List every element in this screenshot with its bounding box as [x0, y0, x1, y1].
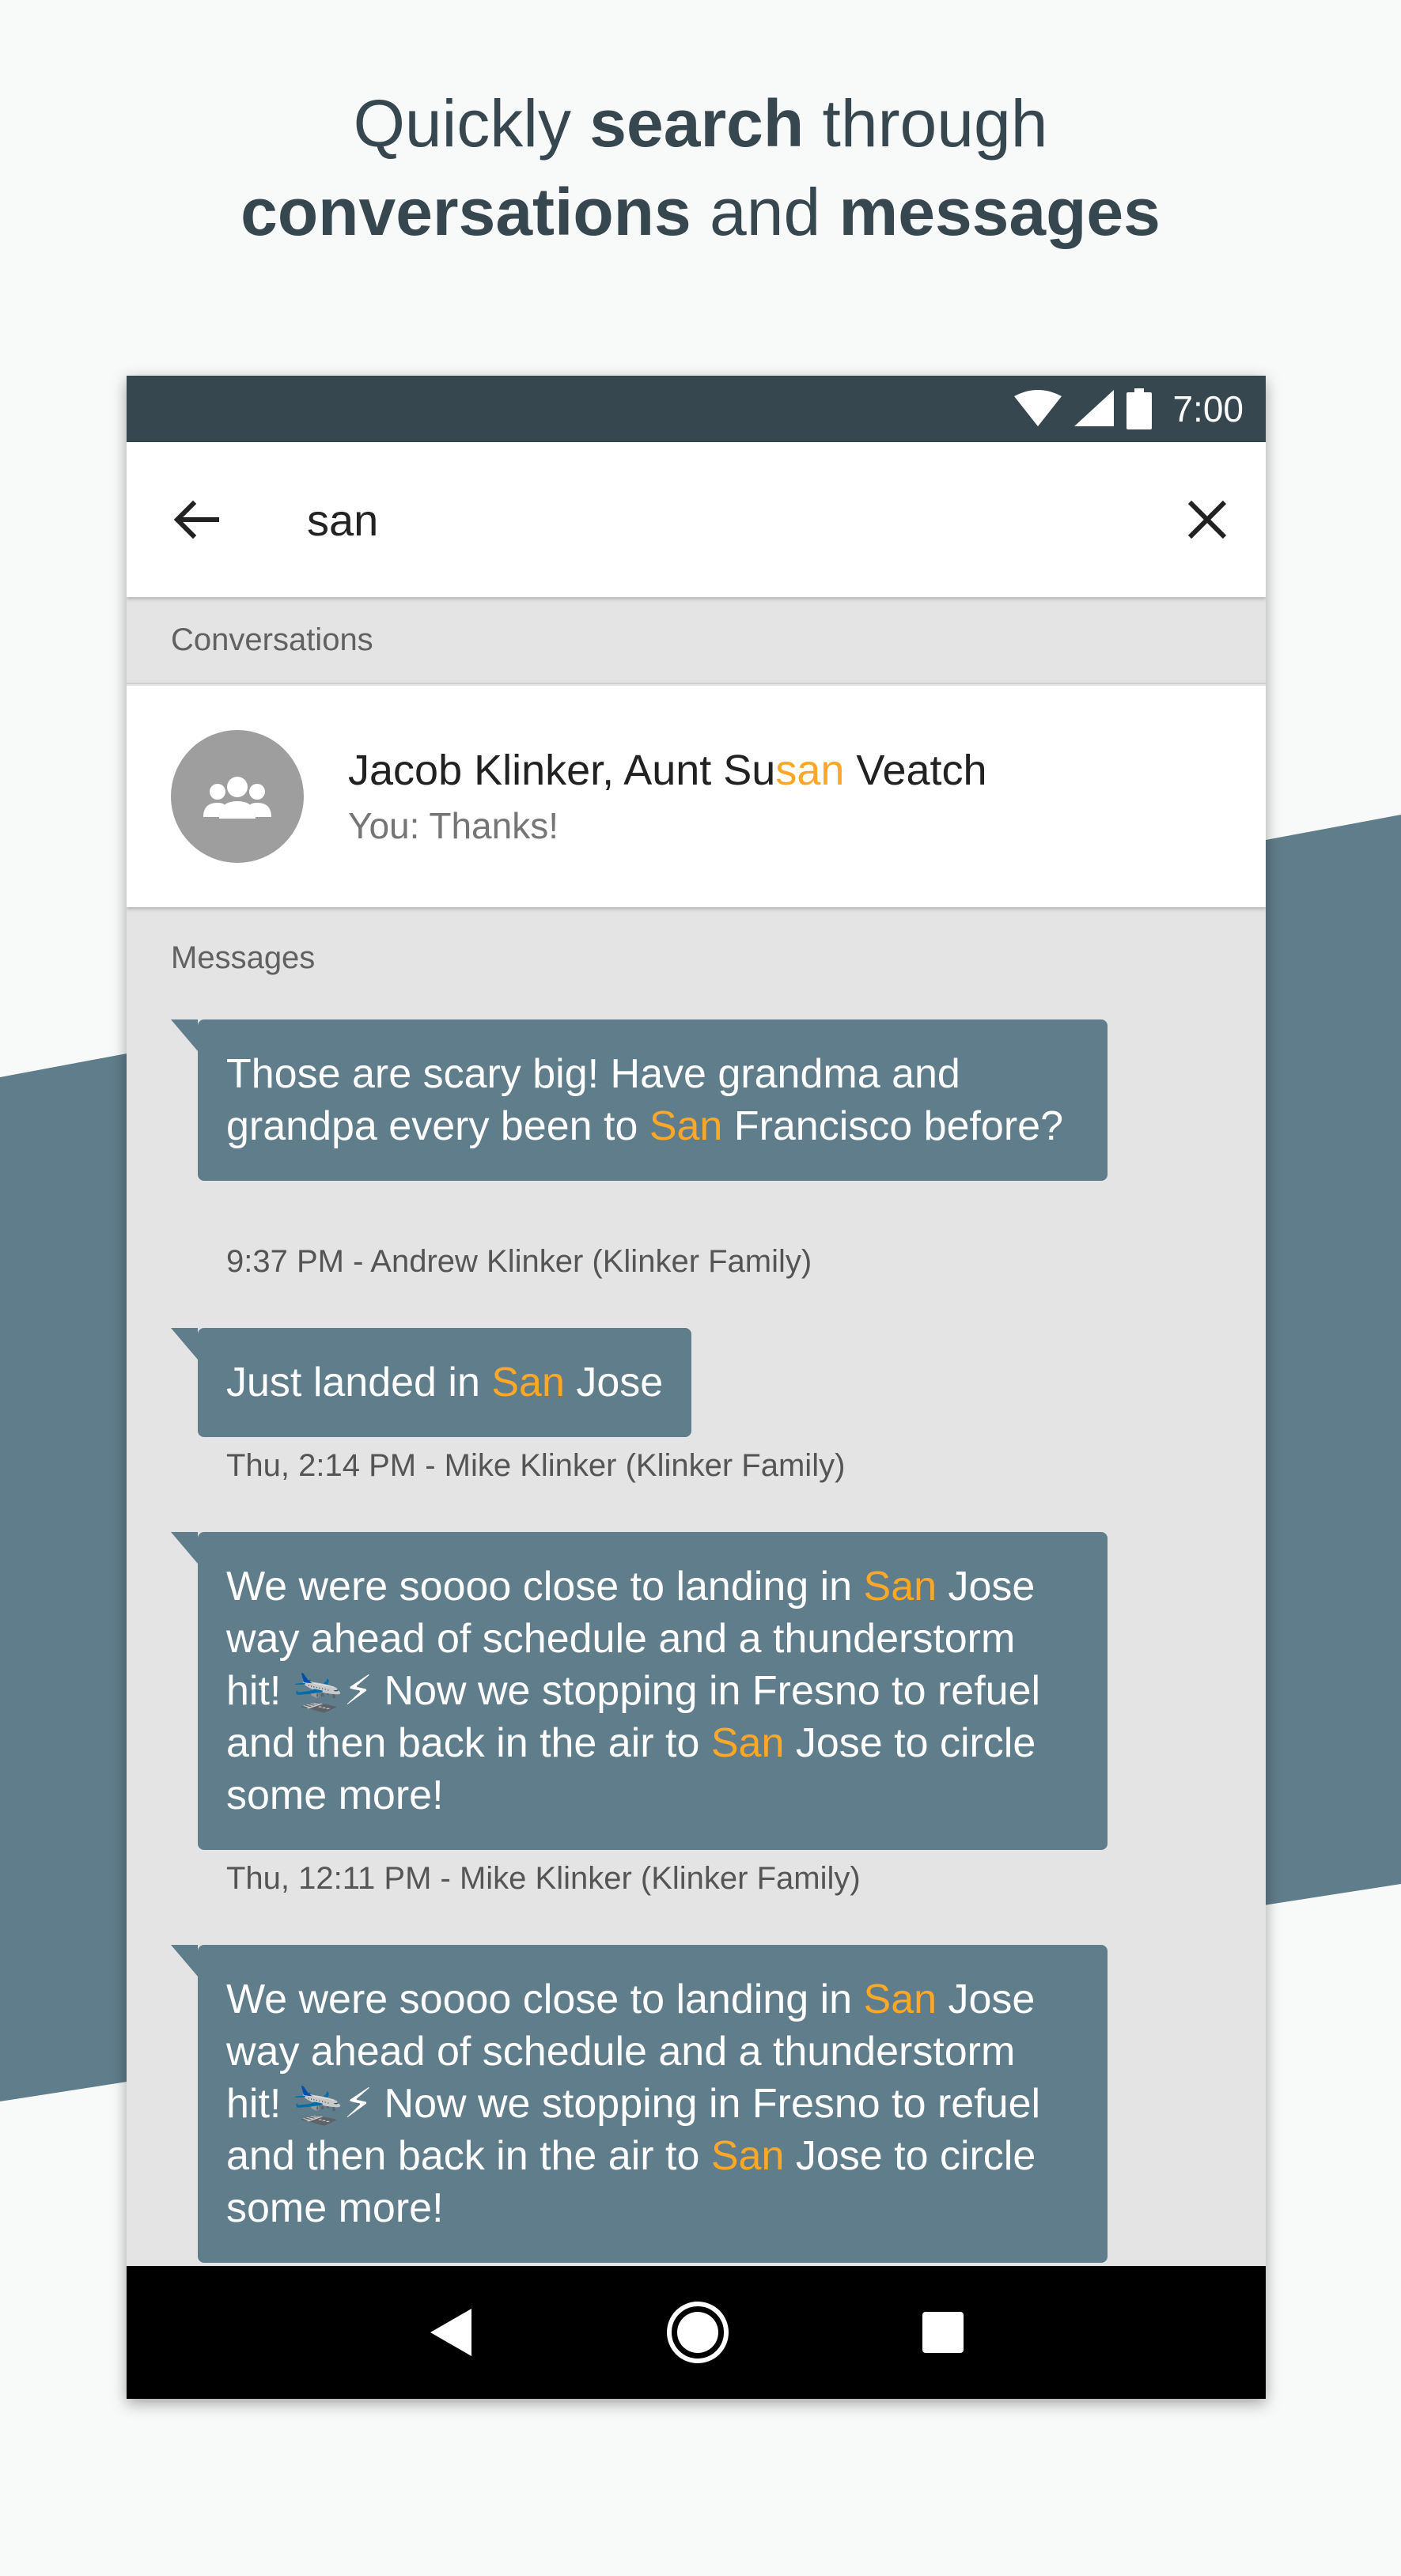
status-bar: 7:00	[127, 376, 1266, 442]
battery-icon	[1126, 388, 1153, 429]
search-match: San	[710, 1720, 785, 1766]
search-match: San	[710, 2133, 785, 2179]
search-match: san	[775, 747, 845, 794]
message-meta: Thu, 12:11 PM - Mike Klinker (Klinker Fa…	[226, 1861, 861, 1896]
nav-back-icon[interactable]	[427, 2307, 475, 2358]
message-text: We were soooo close to landing in	[226, 1564, 864, 1610]
close-icon[interactable]	[1179, 491, 1236, 548]
message-text: Jose	[564, 1360, 664, 1405]
phone-screen: 7:00 Conversations Jacob Klinker, Aunt S…	[127, 376, 1266, 2399]
search-input[interactable]	[307, 488, 1098, 551]
back-arrow-icon[interactable]	[168, 491, 225, 548]
section-header-conversations: Conversations	[127, 597, 1266, 684]
conversation-title: Jacob Klinker, Aunt Susan Veatch	[348, 747, 987, 794]
message-bubble[interactable]: We were soooo close to landing in San Jo…	[171, 1945, 1108, 2263]
headline-line-1: Quickly search through	[353, 86, 1048, 161]
nav-home-icon[interactable]	[665, 2299, 731, 2366]
search-match: San	[649, 1103, 723, 1149]
message-bubble[interactable]: Just landed in San Jose	[170, 1328, 692, 1437]
message-text: Francisco before?	[722, 1103, 1064, 1149]
avatar	[171, 730, 304, 863]
search-match: San	[863, 1976, 937, 2022]
navigation-bar	[127, 2266, 1266, 2399]
headline-line-2: conversations and messages	[240, 175, 1161, 249]
message-bubble[interactable]: Those are scary big! Have grandma and gr…	[171, 1019, 1108, 1181]
message-text: We were soooo close to landing in	[226, 1976, 864, 2022]
message-bubble[interactable]: We were soooo close to landing in San Jo…	[171, 1532, 1108, 1850]
search-toolbar	[127, 442, 1266, 597]
message-text: Just landed in	[226, 1360, 492, 1405]
conversation-snippet: You: Thanks!	[348, 805, 559, 846]
promo-headline: Quickly search through conversations and…	[0, 79, 1401, 256]
group-icon	[203, 777, 271, 819]
cell-signal-icon	[1074, 390, 1115, 426]
wifi-icon	[1014, 390, 1062, 426]
search-match: San	[863, 1564, 937, 1610]
section-header-messages: Messages	[171, 940, 316, 975]
nav-recents-icon[interactable]	[921, 2310, 965, 2355]
message-meta: 9:37 PM - Andrew Klinker (Klinker Family…	[226, 1244, 812, 1279]
conversation-result-row[interactable]: Jacob Klinker, Aunt Susan Veatch You: Th…	[127, 686, 1266, 907]
search-match: San	[491, 1360, 565, 1405]
status-time: 7:00	[1172, 388, 1244, 429]
message-meta: Thu, 2:14 PM - Mike Klinker (Klinker Fam…	[226, 1448, 846, 1483]
